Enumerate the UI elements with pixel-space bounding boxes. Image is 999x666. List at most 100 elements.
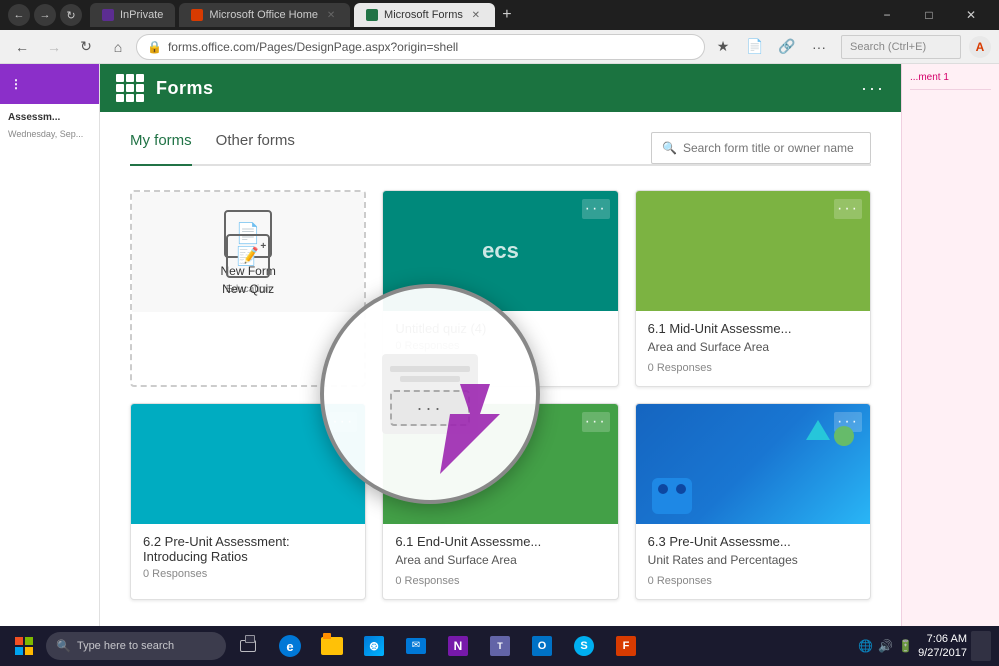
- close-button[interactable]: ✕: [951, 1, 991, 29]
- taskbar-outlook[interactable]: O: [522, 627, 562, 665]
- 62pre-responses: 0 Responses: [143, 568, 353, 580]
- tabs-nav: My forms Other forms 🔍: [130, 132, 871, 166]
- mag-card-preview: [390, 366, 470, 382]
- more-button[interactable]: ···: [805, 33, 833, 61]
- sidebar-subtitle: Wednesday, Sep...: [8, 129, 91, 139]
- search-input[interactable]: [683, 141, 860, 155]
- form-card-63pre[interactable]: ···: [635, 403, 871, 600]
- tab-forms-label: Microsoft Forms: [384, 9, 463, 21]
- taskbar-clock[interactable]: 7:06 AM 9/27/2017: [918, 632, 967, 661]
- header-more-button[interactable]: ···: [861, 78, 885, 99]
- user-avatar[interactable]: A: [969, 36, 991, 58]
- 61end-title: 6.1 End-Unit Assessme...: [395, 534, 605, 549]
- title-bar: ← → ↻ InPrivate Microsoft Office Home ✕ …: [0, 0, 999, 30]
- card-more-button-quiz[interactable]: ···: [582, 199, 610, 219]
- taskbar-feedback[interactable]: F: [606, 627, 646, 665]
- taskbar-explorer[interactable]: [312, 627, 352, 665]
- sidebar-top-bar: ⋮: [0, 64, 99, 104]
- browser-frame: ← → ↻ InPrivate Microsoft Office Home ✕ …: [0, 0, 999, 666]
- cortana-search[interactable]: Search (Ctrl+E): [841, 35, 961, 59]
- forms-area-wrapper: Forms ··· My forms Other forms 🔍: [100, 64, 901, 626]
- search-box[interactable]: 🔍: [651, 132, 871, 164]
- task-view-button[interactable]: [228, 627, 268, 665]
- tab-forms[interactable]: Microsoft Forms ✕: [354, 3, 495, 27]
- refresh-button[interactable]: ↻: [60, 4, 82, 26]
- forward-button[interactable]: →: [34, 4, 56, 26]
- new-form-thumbnail: 📄 + New Form Education 📝: [132, 192, 364, 312]
- windows-logo: [15, 637, 33, 655]
- taskbar-skype[interactable]: S: [564, 627, 604, 665]
- main-layout: ⋮ Assessm... Wednesday, Sep...: [0, 64, 999, 626]
- waffle-icon[interactable]: [116, 74, 144, 102]
- sidebar-title: Assessm...: [8, 112, 91, 123]
- favorites-button[interactable]: ★: [709, 33, 737, 61]
- window-controls: − □ ✕: [867, 1, 991, 29]
- 63pre-subtitle: Unit Rates and Percentages: [648, 553, 858, 567]
- tab-other-forms[interactable]: Other forms: [216, 132, 295, 164]
- new-tab-button[interactable]: +: [495, 3, 519, 27]
- right-panel-label: ...ment 1: [910, 72, 991, 83]
- address-text: forms.office.com/Pages/DesignPage.aspx?o…: [168, 40, 694, 54]
- share-button[interactable]: 🔗: [773, 33, 801, 61]
- notification-button[interactable]: [971, 631, 991, 661]
- taskbar-onenote[interactable]: N: [438, 627, 478, 665]
- title-bar-left: ← → ↻: [8, 4, 82, 26]
- toolbar-forward[interactable]: →: [40, 33, 68, 61]
- tab-office-close[interactable]: ✕: [324, 8, 338, 22]
- taskbar-mail[interactable]: ✉: [396, 627, 436, 665]
- tabs-area: InPrivate Microsoft Office Home ✕ Micros…: [90, 3, 867, 27]
- taskbar-store[interactable]: ⊛: [354, 627, 394, 665]
- lock-icon: 🔒: [147, 40, 162, 54]
- start-button[interactable]: [4, 627, 44, 665]
- tab-my-forms[interactable]: My forms: [130, 132, 192, 166]
- left-sidebar: ⋮ Assessm... Wednesday, Sep...: [0, 64, 100, 626]
- back-button[interactable]: ←: [8, 4, 30, 26]
- taskbar-right: 🌐 🔊 🔋 7:06 AM 9/27/2017: [858, 631, 995, 661]
- taskbar: 🔍 Type here to search e ⊛ ✉: [0, 626, 999, 666]
- magnified-dots-button[interactable]: ···: [390, 390, 470, 426]
- toolbar-refresh[interactable]: ↻: [72, 33, 100, 61]
- toolbar-back[interactable]: ←: [8, 33, 36, 61]
- sidebar-content: Assessm... Wednesday, Sep...: [0, 104, 99, 147]
- office-icon: [191, 9, 203, 21]
- magnifier-content: ···: [382, 354, 478, 434]
- browser-toolbar: ← → ↻ ⌂ 🔒 forms.office.com/Pages/DesignP…: [0, 30, 999, 64]
- 61mid-card-body: 6.1 Mid-Unit Assessme... Area and Surfac…: [636, 311, 870, 386]
- network-icon[interactable]: 🌐: [858, 638, 874, 654]
- forms-logo: Forms: [156, 78, 214, 99]
- 63pre-card-body: 6.3 Pre-Unit Assessme... Unit Rates and …: [636, 524, 870, 599]
- 61mid-thumbnail: ···: [636, 191, 870, 311]
- battery-icon[interactable]: 🔋: [898, 638, 914, 654]
- reader-button[interactable]: 📄: [741, 33, 769, 61]
- toolbar-home[interactable]: ⌂: [104, 33, 132, 61]
- 61end-responses: 0 Responses: [395, 575, 605, 587]
- card-more-button-61mid[interactable]: ···: [834, 199, 862, 219]
- magnifier-overlay: ···: [320, 284, 540, 504]
- taskbar-search-text: Type here to search: [77, 640, 174, 652]
- taskbar-edge[interactable]: e: [270, 627, 310, 665]
- maximize-button[interactable]: □: [909, 1, 949, 29]
- 61end-subtitle: Area and Surface Area: [395, 553, 605, 567]
- taskbar-date-text: 9/27/2017: [918, 646, 967, 660]
- form-card-61mid[interactable]: ··· 6.1 Mid-Unit Assessme... Area and Su…: [635, 190, 871, 387]
- tab-forms-close[interactable]: ✕: [469, 8, 483, 22]
- taskbar-teams[interactable]: T: [480, 627, 520, 665]
- card-more-button-61end[interactable]: ···: [582, 412, 610, 432]
- address-bar[interactable]: 🔒 forms.office.com/Pages/DesignPage.aspx…: [136, 34, 705, 60]
- taskbar-time-text: 7:06 AM: [918, 632, 967, 646]
- new-quiz-label: New Quiz: [222, 282, 274, 296]
- taskbar-search-icon: 🔍: [56, 639, 71, 653]
- taskbar-apps: e ⊛ ✉ N T O: [270, 627, 646, 665]
- sidebar-top-label: ⋮: [10, 77, 22, 91]
- tab-inprivate[interactable]: InPrivate: [90, 3, 175, 27]
- tab-office-label: Microsoft Office Home: [209, 9, 318, 21]
- volume-icon[interactable]: 🔊: [878, 638, 894, 654]
- minimize-button[interactable]: −: [867, 1, 907, 29]
- 62pre-card-body: 6.2 Pre-Unit Assessment: Introducing Rat…: [131, 524, 365, 592]
- right-panel-divider: [910, 89, 991, 90]
- right-panel: ...ment 1: [901, 64, 999, 626]
- 61mid-responses: 0 Responses: [648, 362, 858, 374]
- 62pre-title: 6.2 Pre-Unit Assessment: Introducing Rat…: [143, 534, 353, 564]
- taskbar-search-bar[interactable]: 🔍 Type here to search: [46, 632, 226, 660]
- tab-office-home[interactable]: Microsoft Office Home ✕: [179, 3, 350, 27]
